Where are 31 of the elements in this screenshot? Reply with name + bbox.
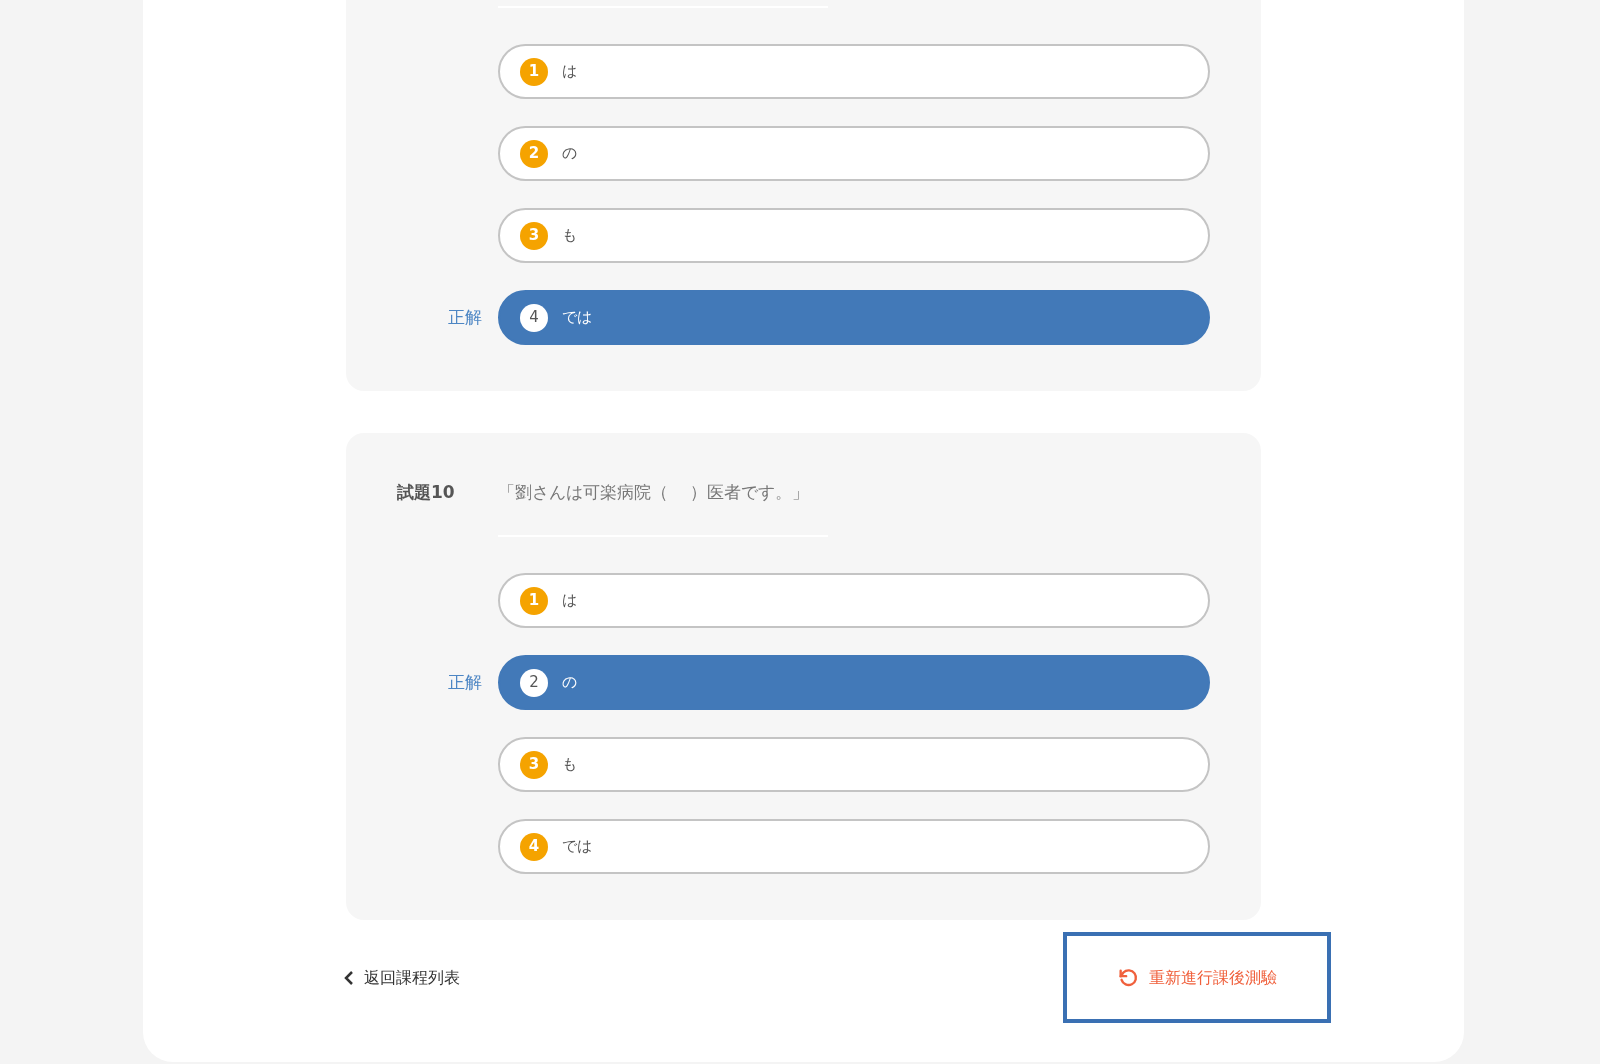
- question-text: 「劉さんは可楽病院（ ）医者です。」: [498, 481, 810, 505]
- answer-option[interactable]: 3 も: [498, 737, 1210, 792]
- option-number: 4: [520, 832, 548, 861]
- back-link[interactable]: 返回課程列表: [344, 965, 460, 990]
- undo-icon: [1117, 966, 1139, 989]
- answer-option[interactable]: 1 は: [498, 44, 1210, 99]
- option-number: 2: [520, 668, 548, 697]
- option-number: 1: [520, 57, 548, 86]
- option-text: も: [562, 225, 577, 247]
- option-text: は: [562, 61, 577, 83]
- answer-option[interactable]: 3 も: [498, 208, 1210, 263]
- answer-option[interactable]: 2 の: [498, 126, 1210, 181]
- option-number: 4: [520, 303, 548, 332]
- option-text: も: [562, 754, 577, 776]
- option-number: 2: [520, 139, 548, 168]
- chevron-left-icon: [344, 969, 354, 986]
- answer-option[interactable]: 2 の: [498, 655, 1210, 710]
- option-text: では: [562, 836, 592, 858]
- question-number: 試題10: [396, 481, 456, 505]
- option-text: は: [562, 590, 577, 612]
- correct-answer-label: 正解: [448, 305, 482, 329]
- answer-option[interactable]: 4 では: [498, 819, 1210, 874]
- option-text: の: [562, 672, 577, 694]
- option-number: 1: [520, 586, 548, 615]
- option-number: 3: [520, 750, 548, 779]
- correct-answer-label: 正解: [448, 670, 482, 694]
- option-number: 3: [520, 221, 548, 250]
- option-text: の: [562, 143, 577, 165]
- answer-option[interactable]: 4 では: [498, 290, 1210, 345]
- answer-option[interactable]: 1 は: [498, 573, 1210, 628]
- option-text: では: [562, 307, 592, 329]
